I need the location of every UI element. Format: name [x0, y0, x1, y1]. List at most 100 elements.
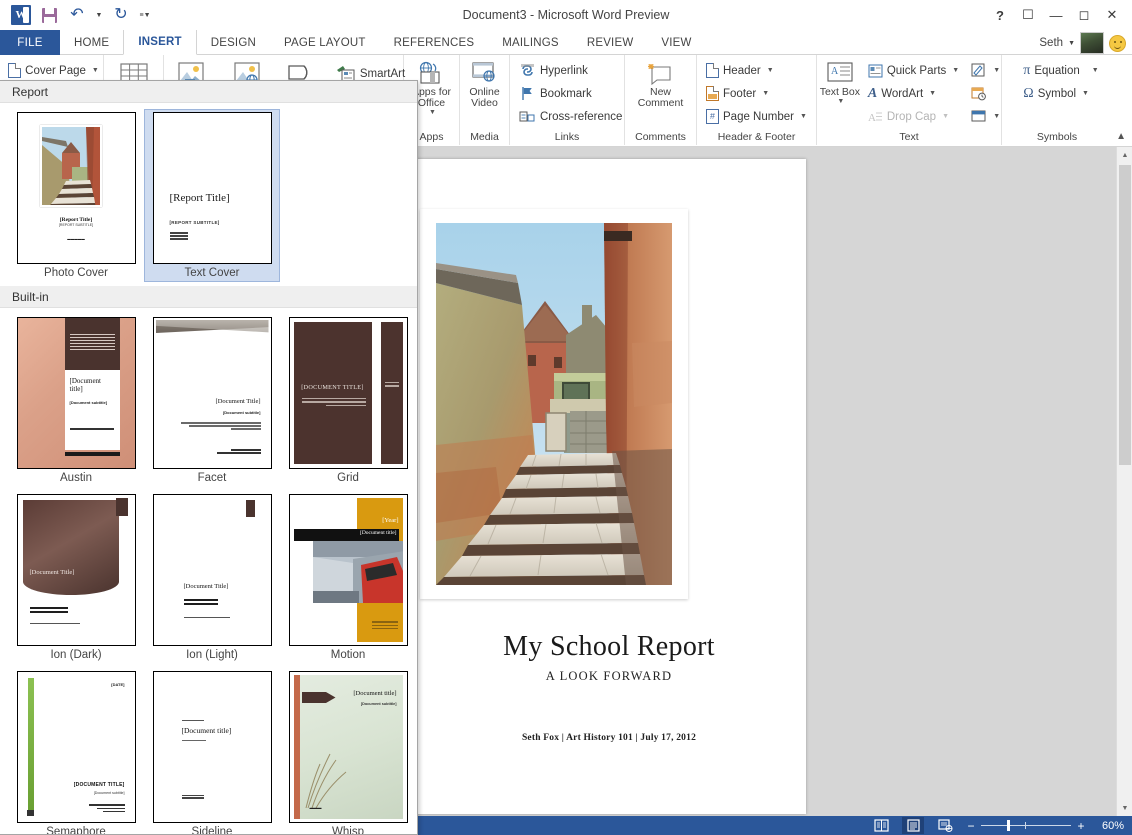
thumb-motion-title: [Document title]: [360, 530, 397, 536]
avatar[interactable]: [1080, 32, 1104, 54]
footer-button[interactable]: Footer ▼: [703, 82, 810, 105]
footer-icon: [706, 86, 719, 101]
gallery-label-grid: Grid: [337, 472, 359, 484]
page-number-button[interactable]: # Page Number ▼: [703, 105, 810, 128]
cover-page-gallery[interactable]: Report: [0, 80, 418, 835]
vertical-scrollbar[interactable]: ▲ ▼: [1116, 147, 1132, 816]
feedback-smiley-icon[interactable]: [1109, 35, 1126, 52]
new-comment-button[interactable]: New Comment: [628, 59, 694, 109]
ribbon-group-comments: New Comment Comments: [625, 55, 697, 145]
header-button[interactable]: Header ▼: [703, 59, 810, 82]
gallery-label-whisp: Whisp: [332, 826, 364, 835]
gallery-row-report: [Report Title] [REPORT SUBTITLE] ▬▬▬▬▬ P…: [0, 103, 417, 286]
tab-view[interactable]: VIEW: [647, 30, 705, 55]
zoom-in-button[interactable]: +: [1076, 819, 1086, 833]
object-button[interactable]: ▼: [968, 105, 1003, 128]
thumb-motion-image: [313, 541, 403, 603]
gallery-item-ion-light[interactable]: [Document Title] Ion (Light): [144, 491, 280, 664]
signature-line-button[interactable]: ▼: [968, 59, 1003, 82]
save-icon[interactable]: [36, 3, 62, 27]
chevron-down-icon: ▼: [1082, 90, 1089, 97]
collapse-ribbon-icon[interactable]: ▲: [1116, 131, 1126, 142]
tab-references[interactable]: REFERENCES: [380, 30, 489, 55]
cross-reference-button[interactable]: Cross-reference: [516, 105, 625, 128]
gallery-item-text-cover[interactable]: [Report Title] [REPORT SUBTITLE] Text Co…: [144, 109, 280, 282]
bookmark-button[interactable]: Bookmark: [516, 82, 625, 105]
new-comment-icon: [639, 61, 683, 87]
chevron-down-icon: ▼: [1092, 67, 1099, 74]
equation-button[interactable]: π Equation ▼: [1020, 59, 1101, 82]
tab-home[interactable]: HOME: [60, 30, 123, 55]
symbol-button[interactable]: Ω Symbol ▼: [1020, 82, 1101, 105]
hyperlink-button[interactable]: Hyperlink: [516, 59, 625, 82]
zoom-slider[interactable]: − +: [966, 819, 1086, 833]
tab-file[interactable]: FILE: [0, 30, 60, 55]
minimize-icon[interactable]: —: [1042, 4, 1070, 26]
hyperlink-label: Hyperlink: [540, 65, 588, 77]
text-box-button[interactable]: A Text Box ▼: [819, 59, 861, 105]
tab-mailings[interactable]: MAILINGS: [488, 30, 573, 55]
quick-parts-button[interactable]: Quick Parts ▼: [865, 59, 962, 82]
gallery-label-sideline: Sideline: [192, 826, 233, 835]
wordart-button[interactable]: A WordArt ▼: [865, 82, 962, 105]
date-and-time-button[interactable]: [968, 82, 1003, 105]
read-mode-icon[interactable]: [870, 817, 892, 834]
document-subtitle[interactable]: A LOOK FORWARD: [418, 669, 806, 684]
thumb-ion-light-title: [Document Title]: [184, 583, 229, 590]
drop-cap-button[interactable]: A Drop Cap ▼: [865, 105, 962, 128]
cover-photo-frame[interactable]: [420, 209, 688, 599]
close-icon[interactable]: ✕: [1098, 4, 1126, 26]
zoom-track[interactable]: [981, 825, 1071, 826]
maximize-icon[interactable]: ◻: [1070, 4, 1098, 26]
gallery-label-photo-cover: Photo Cover: [44, 267, 108, 279]
word-logo-icon[interactable]: W: [8, 3, 34, 27]
tab-design[interactable]: DESIGN: [197, 30, 270, 55]
gallery-item-austin[interactable]: [Document title] [Document subtitle] Aus…: [8, 314, 144, 487]
scroll-down-icon[interactable]: ▼: [1117, 800, 1132, 816]
gallery-item-whisp[interactable]: [Document title] [Document subtitle] ▬▬▬…: [280, 668, 416, 835]
thumbnail-ion-light: [Document Title]: [153, 494, 272, 646]
undo-dropdown-icon[interactable]: ▼: [92, 3, 106, 27]
gallery-label-motion: Motion: [331, 649, 366, 661]
stone-stairway-photo: [436, 223, 672, 585]
user-dropdown-icon[interactable]: ▼: [1068, 40, 1075, 47]
scroll-up-icon[interactable]: ▲: [1117, 147, 1132, 163]
help-icon[interactable]: ?: [986, 4, 1014, 26]
tab-page-layout[interactable]: PAGE LAYOUT: [270, 30, 380, 55]
document-area: My School Report A LOOK FORWARD Seth Fox…: [418, 147, 1132, 816]
zoom-handle[interactable]: [1007, 820, 1010, 831]
gallery-item-motion[interactable]: [Year] [Document title]: [280, 491, 416, 664]
thumbnail-ion-dark: [Document Title]: [17, 494, 136, 646]
drop-cap-icon: A: [868, 110, 883, 124]
text-box-icon: A: [825, 61, 855, 87]
user-name[interactable]: Seth: [1039, 37, 1063, 49]
gallery-item-sideline[interactable]: [Document title] Sideline: [144, 668, 280, 835]
customize-qat-icon[interactable]: ≡▼: [136, 3, 154, 27]
zoom-level[interactable]: 60%: [1096, 820, 1124, 832]
document-page[interactable]: My School Report A LOOK FORWARD Seth Fox…: [418, 159, 806, 814]
thumb-whisp-title: [Document title]: [353, 690, 396, 697]
zoom-midpoint-tick: [1025, 822, 1026, 829]
cover-page-button[interactable]: Cover Page ▼: [5, 59, 102, 82]
document-meta[interactable]: Seth Fox | Art History 101 | July 17, 20…: [418, 733, 806, 743]
chevron-down-icon: ▼: [762, 90, 769, 97]
web-layout-icon[interactable]: [934, 817, 956, 834]
gallery-item-facet[interactable]: [Document Title] [Document subtitle] Fac…: [144, 314, 280, 487]
ribbon-display-options-icon[interactable]: ☐: [1014, 4, 1042, 26]
zoom-out-button[interactable]: −: [966, 819, 976, 833]
online-video-button[interactable]: Online Video: [459, 59, 511, 109]
gallery-item-ion-dark[interactable]: [Document Title] Ion (Dark): [8, 491, 144, 664]
undo-icon[interactable]: ↶: [64, 3, 90, 27]
tab-review[interactable]: REVIEW: [573, 30, 648, 55]
scrollbar-thumb[interactable]: [1119, 165, 1131, 465]
thumb-photo-image: [40, 125, 102, 207]
redo-icon[interactable]: ↻: [108, 3, 134, 27]
gallery-item-photo-cover[interactable]: [Report Title] [REPORT SUBTITLE] ▬▬▬▬▬ P…: [8, 109, 144, 282]
cover-page-label: Cover Page: [25, 65, 86, 77]
gallery-item-grid[interactable]: [DOCUMENT TITLE] Grid: [280, 314, 416, 487]
gallery-item-semaphore[interactable]: [DATE] [DOCUMENT TITLE] [Document subtit…: [8, 668, 144, 835]
document-title[interactable]: My School Report: [418, 631, 806, 663]
print-layout-icon[interactable]: [902, 817, 924, 834]
svg-text:A: A: [868, 112, 876, 124]
tab-insert[interactable]: INSERT: [123, 30, 196, 55]
